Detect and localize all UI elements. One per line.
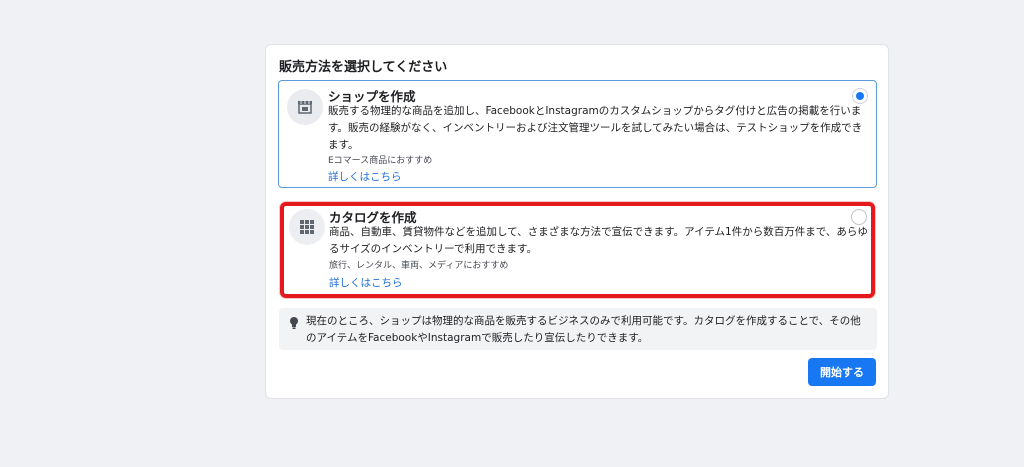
learn-more-link[interactable]: 詳しくはこちら	[329, 275, 403, 290]
info-banner: 現在のところ、ショップは物理的な商品を販売するビジネスのみで利用可能です。カタロ…	[279, 308, 877, 350]
info-text: 現在のところ、ショップは物理的な商品を販売するビジネスのみで利用可能です。カタロ…	[306, 315, 861, 344]
sales-method-dialog: 販売方法を選択してください ショップを作成 販売する物理的な商品を追加し、Fac…	[265, 44, 889, 399]
start-button[interactable]: 開始する	[808, 358, 876, 386]
option-description: 販売する物理的な商品を追加し、FacebookとInstagramのカスタムショ…	[328, 105, 863, 151]
radio-create-catalog[interactable]	[851, 209, 867, 225]
option-recommendation: 旅行、レンタル、車両、メディアにおすすめ	[329, 261, 509, 271]
lightbulb-icon	[287, 315, 301, 329]
radio-create-shop[interactable]	[852, 88, 868, 104]
page-title: 販売方法を選択してください	[279, 60, 448, 75]
option-create-catalog[interactable]: カタログを作成 商品、自動車、賃貸物件などを追加して、さまざまな方法で宣伝できま…	[280, 202, 875, 298]
storefront-icon	[287, 89, 323, 125]
learn-more-link[interactable]: 詳しくはこちら	[328, 169, 402, 184]
grid-icon	[289, 209, 325, 245]
option-create-shop[interactable]: ショップを作成 販売する物理的な商品を追加し、FacebookとInstagra…	[278, 80, 877, 188]
option-description: 商品、自動車、賃貸物件などを追加して、さまざまな方法で宣伝できます。アイテム1件…	[329, 226, 868, 255]
option-recommendation: Eコマース商品におすすめ	[328, 156, 433, 166]
